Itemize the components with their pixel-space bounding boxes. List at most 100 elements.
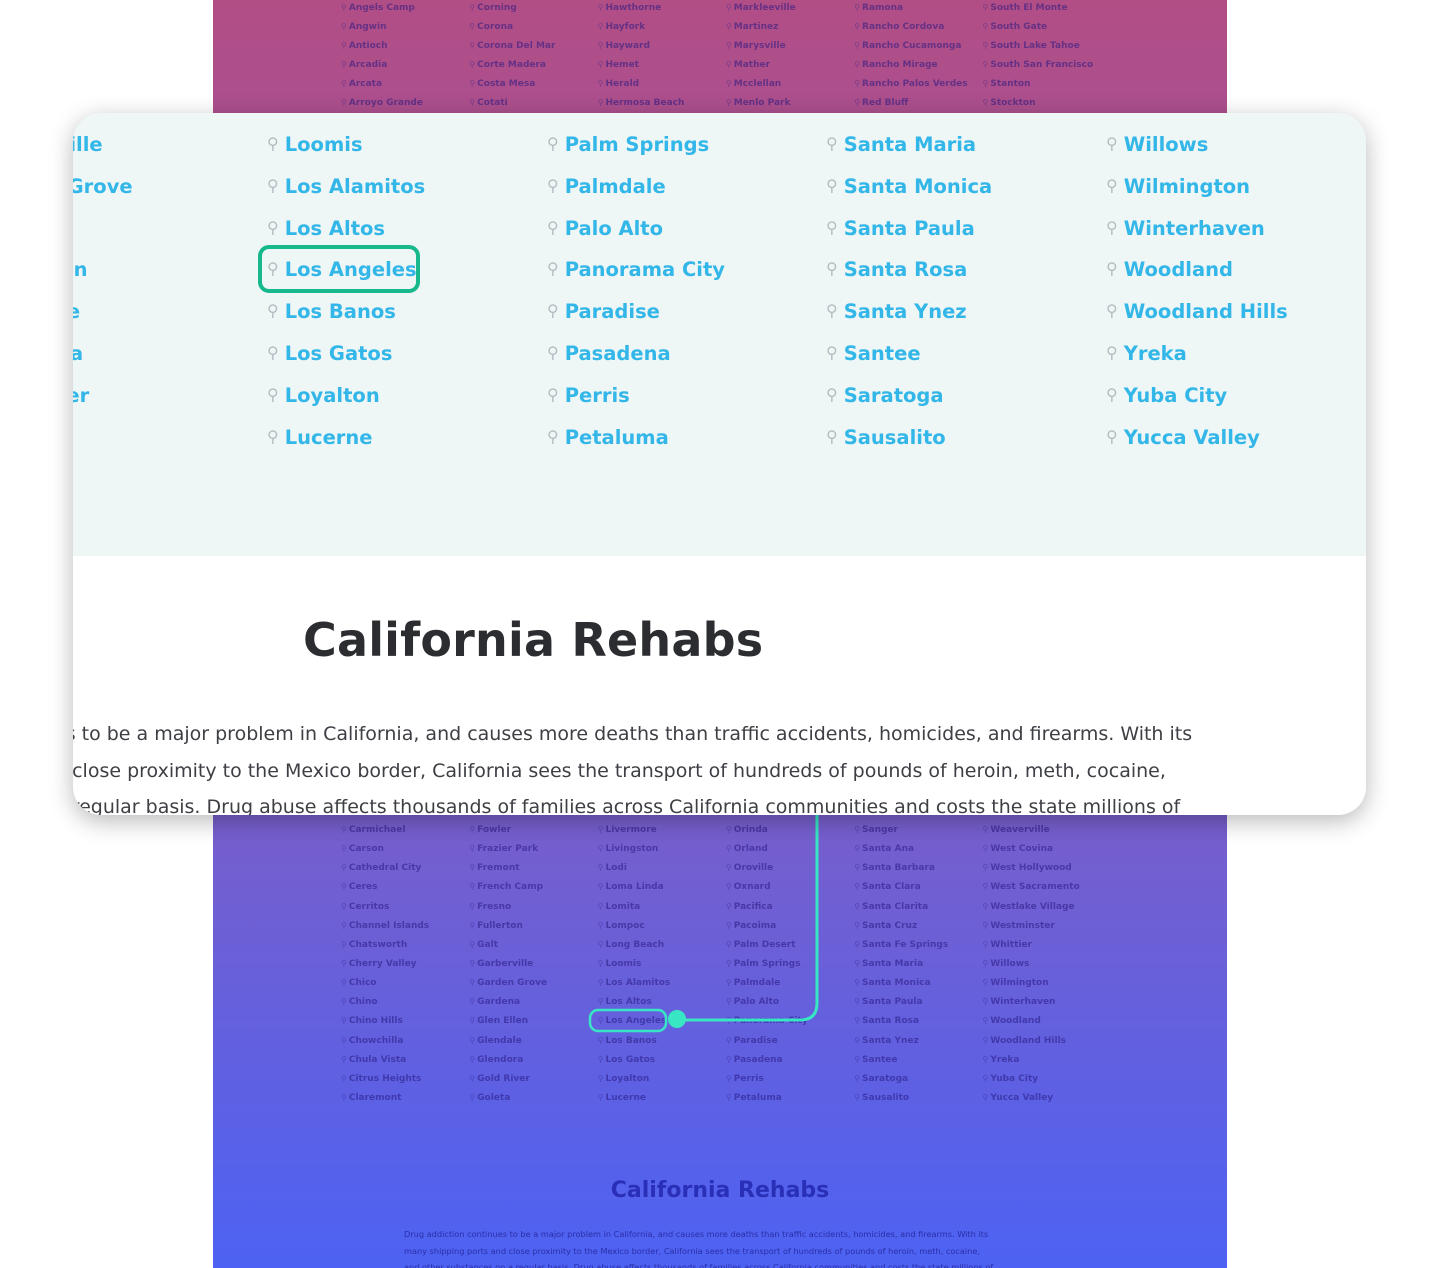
city-link-orinda[interactable]: ⚲ Orinda: [726, 820, 854, 839]
city-link-oxnard[interactable]: ⚲ Oxnard: [726, 877, 854, 896]
city-link-santa-monica[interactable]: ⚲ Santa Monica: [854, 973, 982, 992]
city-link-santa-clara[interactable]: ⚲ Santa Clara: [854, 877, 982, 896]
city-link-santa-rosa[interactable]: ⚲ Santa Rosa: [826, 247, 992, 289]
city-link-panorama-city[interactable]: ⚲ Panorama City: [726, 1011, 854, 1030]
city-link-hemet[interactable]: ⚲ Hemet: [598, 55, 726, 74]
city-link-corte-madera[interactable]: ⚲ Corte Madera: [469, 55, 597, 74]
city-link-los-gatos[interactable]: ⚲ Los Gatos: [598, 1050, 726, 1069]
city-link-martinez[interactable]: ⚲ Martinez: [726, 17, 854, 36]
city-link-chico[interactable]: ⚲ Chico: [341, 973, 469, 992]
city-link-willows[interactable]: ⚲ Willows: [982, 954, 1110, 973]
city-link-n-grove[interactable]: n Grove: [73, 164, 133, 206]
city-link-glen-ellen[interactable]: ⚲ Glen Ellen: [469, 1011, 597, 1030]
city-link-panorama-city[interactable]: ⚲ Panorama City: [547, 247, 725, 289]
city-link-costa-mesa[interactable]: ⚲ Costa Mesa: [469, 74, 597, 93]
city-link-llen[interactable]: llen: [73, 247, 133, 289]
city-link-petaluma[interactable]: ⚲ Petaluma: [547, 415, 725, 457]
city-link-marysville[interactable]: ⚲ Marysville: [726, 36, 854, 55]
city-link-los-altos[interactable]: ⚲ Los Altos: [267, 206, 425, 248]
city-link-citrus-heights[interactable]: ⚲ Citrus Heights: [341, 1069, 469, 1088]
city-link-antioch[interactable]: ⚲ Antioch: [341, 36, 469, 55]
city-link-lompoc[interactable]: ⚲ Lompoc: [598, 916, 726, 935]
city-link-livingston[interactable]: ⚲ Livingston: [598, 839, 726, 858]
city-link-sausalito[interactable]: ⚲ Sausalito: [826, 415, 992, 457]
city-link-west-sacramento[interactable]: ⚲ West Sacramento: [982, 877, 1110, 896]
city-link-palm-desert[interactable]: ⚲ Palm Desert: [726, 935, 854, 954]
city-link-channel-islands[interactable]: ⚲ Channel Islands: [341, 916, 469, 935]
city-link-cherry-valley[interactable]: ⚲ Cherry Valley: [341, 954, 469, 973]
city-link-rancho-cordova[interactable]: ⚲ Rancho Cordova: [854, 17, 982, 36]
city-link-na[interactable]: na: [73, 206, 133, 248]
city-link-cerritos[interactable]: ⚲ Cerritos: [341, 897, 469, 916]
city-link-rancho-palos-verdes[interactable]: ⚲ Rancho Palos Verdes: [854, 74, 982, 93]
city-link-arcata[interactable]: ⚲ Arcata: [341, 74, 469, 93]
city-link-iver[interactable]: iver: [73, 373, 133, 415]
city-link-santa-cruz[interactable]: ⚲ Santa Cruz: [854, 916, 982, 935]
city-link-garden-grove[interactable]: ⚲ Garden Grove: [469, 973, 597, 992]
city-link-winterhaven[interactable]: ⚲ Winterhaven: [982, 992, 1110, 1011]
city-link-loomis[interactable]: ⚲ Loomis: [267, 122, 425, 164]
city-link-los-banos[interactable]: ⚲ Los Banos: [598, 1031, 726, 1050]
city-link-palmdale[interactable]: ⚲ Palmdale: [547, 164, 725, 206]
city-link-ramona[interactable]: ⚲ Ramona: [854, 0, 982, 17]
city-link-carson[interactable]: ⚲ Carson: [341, 839, 469, 858]
city-link-fullerton[interactable]: ⚲ Fullerton: [469, 916, 597, 935]
city-link-lodi[interactable]: ⚲ Lodi: [598, 858, 726, 877]
city-link-yucca-valley[interactable]: ⚲ Yucca Valley: [982, 1088, 1110, 1107]
city-link-south-gate[interactable]: ⚲ South Gate: [982, 17, 1110, 36]
city-link-perris[interactable]: ⚲ Perris: [547, 373, 725, 415]
city-link-whittier[interactable]: ⚲ Whittier: [982, 935, 1110, 954]
city-link-garberville[interactable]: ⚲ Garberville: [469, 954, 597, 973]
city-link-stanton[interactable]: ⚲ Stanton: [982, 74, 1110, 93]
city-link-fresno[interactable]: ⚲ Fresno: [469, 897, 597, 916]
city-link-santa-maria[interactable]: ⚲ Santa Maria: [854, 954, 982, 973]
city-link-palm-springs[interactable]: ⚲ Palm Springs: [547, 122, 725, 164]
city-link-yreka[interactable]: ⚲ Yreka: [1106, 331, 1288, 373]
city-link-menlo-park[interactable]: ⚲ Menlo Park: [726, 93, 854, 112]
city-link-lucerne[interactable]: ⚲ Lucerne: [267, 415, 425, 457]
city-link-wilmington[interactable]: ⚲ Wilmington: [982, 973, 1110, 992]
city-link-rville[interactable]: rville: [73, 122, 133, 164]
city-link-chino[interactable]: ⚲ Chino: [341, 992, 469, 1011]
city-link-red-bluff[interactable]: ⚲ Red Bluff: [854, 93, 982, 112]
city-link-sausalito[interactable]: ⚲ Sausalito: [854, 1088, 982, 1107]
city-link-chino-hills[interactable]: ⚲ Chino Hills: [341, 1011, 469, 1030]
city-link-cotati[interactable]: ⚲ Cotati: [469, 93, 597, 112]
city-link-woodland-hills[interactable]: ⚲ Woodland Hills: [1106, 289, 1288, 331]
city-link-stockton[interactable]: ⚲ Stockton: [982, 93, 1110, 112]
city-link-cathedral-city[interactable]: ⚲ Cathedral City: [341, 858, 469, 877]
city-link-lucerne[interactable]: ⚲ Lucerne: [598, 1088, 726, 1107]
city-link-wilmington[interactable]: ⚲ Wilmington: [1106, 164, 1288, 206]
city-link-los-alamitos[interactable]: ⚲ Los Alamitos: [267, 164, 425, 206]
city-link-west-covina[interactable]: ⚲ West Covina: [982, 839, 1110, 858]
city-link-santa-paula[interactable]: ⚲ Santa Paula: [826, 206, 992, 248]
city-link-gardena[interactable]: ⚲ Gardena: [469, 992, 597, 1011]
city-link-frazier-park[interactable]: ⚲ Frazier Park: [469, 839, 597, 858]
city-link-markleeville[interactable]: ⚲ Markleeville: [726, 0, 854, 17]
city-link-sanger[interactable]: ⚲ Sanger: [854, 820, 982, 839]
city-link-yuba-city[interactable]: ⚲ Yuba City: [1106, 373, 1288, 415]
city-link-corning[interactable]: ⚲ Corning: [469, 0, 597, 17]
city-link-hermosa-beach[interactable]: ⚲ Hermosa Beach: [598, 93, 726, 112]
city-link-hayward[interactable]: ⚲ Hayward: [598, 36, 726, 55]
city-link-arcadia[interactable]: ⚲ Arcadia: [341, 55, 469, 74]
city-link-yucca-valley[interactable]: ⚲ Yucca Valley: [1106, 415, 1288, 457]
city-link-french-camp[interactable]: ⚲ French Camp: [469, 877, 597, 896]
city-link-corona-del-mar[interactable]: ⚲ Corona Del Mar: [469, 36, 597, 55]
city-link-hawthorne[interactable]: ⚲ Hawthorne: [598, 0, 726, 17]
city-link-livermore[interactable]: ⚲ Livermore: [598, 820, 726, 839]
city-link-fowler[interactable]: ⚲ Fowler: [469, 820, 597, 839]
city-link-south-el-monte[interactable]: ⚲ South El Monte: [982, 0, 1110, 17]
city-link-south-lake-tahoe[interactable]: ⚲ South Lake Tahoe: [982, 36, 1110, 55]
city-link-chula-vista[interactable]: ⚲ Chula Vista: [341, 1050, 469, 1069]
city-link-loyalton[interactable]: ⚲ Loyalton: [267, 373, 425, 415]
city-link-chatsworth[interactable]: ⚲ Chatsworth: [341, 935, 469, 954]
city-link-woodland-hills[interactable]: ⚲ Woodland Hills: [982, 1031, 1110, 1050]
city-link-claremont[interactable]: ⚲ Claremont: [341, 1088, 469, 1107]
city-link-santa-ana[interactable]: ⚲ Santa Ana: [854, 839, 982, 858]
city-link-ceres[interactable]: ⚲ Ceres: [341, 877, 469, 896]
city-link-loyalton[interactable]: ⚲ Loyalton: [598, 1069, 726, 1088]
city-link-galt[interactable]: ⚲ Galt: [469, 935, 597, 954]
city-link-hayfork[interactable]: ⚲ Hayfork: [598, 17, 726, 36]
city-link-petaluma[interactable]: ⚲ Petaluma: [726, 1088, 854, 1107]
